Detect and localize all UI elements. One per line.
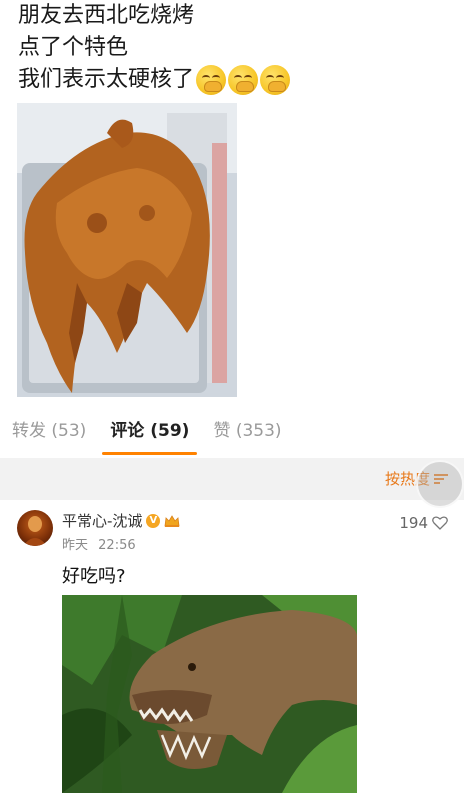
smirk-emoji-icon — [228, 65, 259, 95]
tab-comments[interactable]: 评论 (59) — [98, 405, 201, 457]
tab-likes-count: (353) — [235, 421, 282, 441]
post-image[interactable] — [17, 103, 237, 397]
comment-text: 好吃吗? — [62, 566, 126, 587]
post-line-1: 朋友去西北吃烧烤 — [18, 3, 195, 28]
timestamp-clock: 22:56 — [98, 538, 136, 553]
comment-author[interactable]: 平常心-沈诚 V — [62, 510, 180, 531]
like-button[interactable]: 194 — [399, 514, 448, 532]
avatar[interactable] — [17, 510, 53, 546]
tab-comments-count: (59) — [150, 421, 190, 441]
comment-item: 平常心-沈诚 V 昨天 22:56 194 好吃吗? — [0, 500, 464, 800]
heart-icon — [432, 516, 448, 530]
emoji-group — [196, 65, 291, 95]
post-line-2: 点了个特色 — [18, 35, 129, 60]
comment-timestamp: 昨天 22:56 — [62, 534, 136, 553]
username-text: 平常心-沈诚 — [62, 512, 143, 530]
sort-bar: 按热度 — [0, 458, 464, 500]
tab-comments-label: 评论 — [110, 421, 145, 441]
comment-image[interactable] — [62, 595, 357, 793]
tab-reposts[interactable]: 转发 (53) — [0, 405, 98, 457]
post-line-3: 我们表示太硬核了 — [18, 64, 291, 96]
dinosaur-image — [62, 595, 357, 793]
tab-reposts-label: 转发 — [12, 421, 46, 441]
smirk-emoji-icon — [196, 65, 227, 95]
crown-icon — [164, 514, 180, 528]
tab-likes[interactable]: 赞 (353) — [201, 405, 293, 457]
avatar-image — [23, 516, 47, 546]
smirk-emoji-icon — [260, 65, 291, 95]
post-line-3-text: 我们表示太硬核了 — [18, 67, 195, 92]
timestamp-day: 昨天 — [62, 538, 89, 553]
tab-likes-label: 赞 — [213, 421, 231, 441]
verified-icon: V — [146, 513, 161, 528]
roasted-food-image — [17, 103, 237, 397]
tab-reposts-count: (53) — [51, 421, 87, 441]
like-count: 194 — [399, 514, 428, 532]
post-text: 朋友去西北吃烧烤 点了个特色 我们表示太硬核了 — [18, 0, 291, 96]
tab-bar: 转发 (53) 评论 (59) 赞 (353) — [0, 405, 464, 457]
